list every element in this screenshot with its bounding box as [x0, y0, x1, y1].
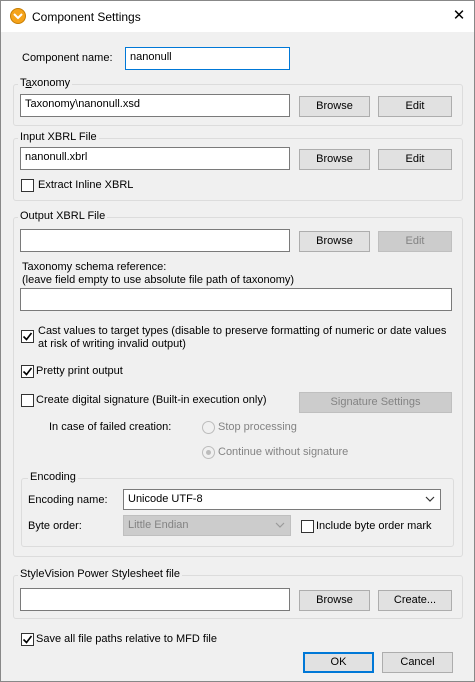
schema-reference-input[interactable] [20, 288, 452, 311]
taxonomy-edit-button[interactable]: Edit [378, 96, 452, 117]
component-settings-dialog: Component Settings ✕ Component name: nan… [0, 0, 475, 682]
input-xbrl-path-input[interactable]: nanonull.xbrl [20, 147, 290, 170]
byte-order-label: Byte order: [28, 520, 82, 532]
save-relative-label: Save all file paths relative to MFD file [36, 633, 217, 645]
close-icon[interactable]: ✕ [444, 1, 474, 31]
stop-processing-label: Stop processing [218, 421, 297, 433]
title-bar[interactable]: Component Settings ✕ [1, 1, 474, 32]
mapforce-icon [10, 8, 26, 24]
encoding-name-label: Encoding name: [28, 494, 108, 506]
cast-values-label: Cast values to target types (disable to … [38, 325, 447, 337]
output-xbrl-browse-button[interactable]: Browse [299, 231, 370, 252]
stop-processing-radio[interactable] [202, 421, 215, 434]
chevron-down-icon [275, 522, 285, 528]
taxonomy-legend: Taxonomy [18, 77, 73, 89]
stylevision-legend: StyleVision Power Stylesheet file [18, 568, 182, 580]
window-title: Component Settings [32, 10, 141, 24]
encoding-name-select[interactable]: Unicode UTF-8 [123, 489, 441, 510]
chevron-down-icon [425, 496, 435, 502]
failed-creation-label: In case of failed creation: [49, 421, 172, 433]
input-xbrl-legend: Input XBRL File [18, 131, 99, 143]
checkmark-icon [22, 367, 33, 376]
encoding-name-value: Unicode UTF-8 [128, 493, 203, 505]
checkmark-icon [22, 332, 33, 341]
extract-inline-xbrl-label: Extract Inline XBRL [38, 179, 134, 191]
byte-order-select[interactable]: Little Endian [123, 515, 291, 536]
output-xbrl-edit-button[interactable]: Edit [378, 231, 452, 252]
encoding-legend: Encoding [28, 471, 78, 483]
extract-inline-xbrl-checkbox[interactable] [21, 179, 34, 192]
taxonomy-path-input[interactable]: Taxonomy\nanonull.xsd [20, 94, 290, 117]
schema-reference-label: Taxonomy schema reference: [22, 261, 167, 273]
cancel-button[interactable]: Cancel [382, 652, 453, 673]
output-xbrl-legend: Output XBRL File [18, 210, 108, 222]
pretty-print-checkbox[interactable] [21, 365, 34, 378]
taxonomy-browse-button[interactable]: Browse [299, 96, 370, 117]
input-xbrl-browse-button[interactable]: Browse [299, 149, 370, 170]
input-xbrl-edit-button[interactable]: Edit [378, 149, 452, 170]
pretty-print-label: Pretty print output [36, 365, 123, 377]
schema-reference-hint: (leave field empty to use absolute file … [22, 274, 295, 286]
stylevision-create-button[interactable]: Create... [378, 590, 452, 611]
digital-signature-checkbox[interactable] [21, 394, 34, 407]
stylevision-path-input[interactable] [20, 588, 290, 611]
signature-settings-button[interactable]: Signature Settings [299, 392, 452, 413]
continue-without-signature-label: Continue without signature [218, 446, 349, 458]
ok-button[interactable]: OK [303, 652, 374, 673]
continue-without-signature-radio[interactable] [202, 446, 215, 459]
cast-values-label-cont: at risk of writing invalid output) [38, 338, 186, 350]
include-bom-label: Include byte order mark [316, 520, 432, 532]
save-relative-checkbox[interactable] [21, 633, 34, 646]
stylevision-browse-button[interactable]: Browse [299, 590, 370, 611]
byte-order-value: Little Endian [128, 519, 189, 531]
cast-values-checkbox[interactable] [21, 330, 34, 343]
component-name-label: Component name: [22, 52, 113, 64]
digital-signature-label: Create digital signature (Built-in execu… [36, 394, 267, 406]
include-bom-checkbox[interactable] [301, 520, 314, 533]
component-name-input[interactable]: nanonull [125, 47, 290, 70]
output-xbrl-path-input[interactable] [20, 229, 290, 252]
checkmark-icon [22, 635, 33, 644]
